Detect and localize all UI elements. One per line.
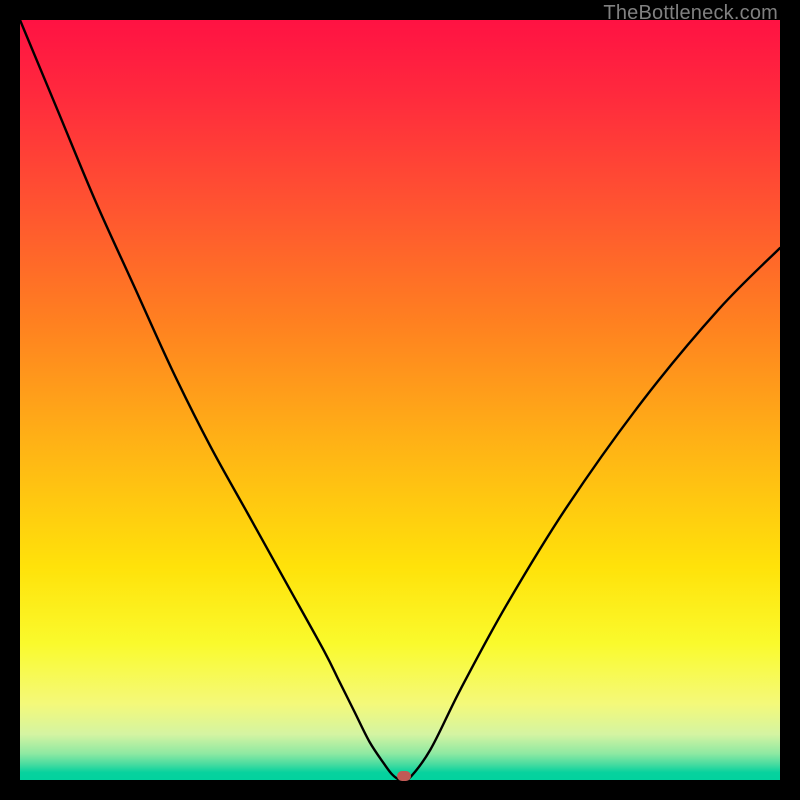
watermark-text: TheBottleneck.com — [603, 2, 778, 25]
optimal-marker — [397, 771, 411, 781]
chart-frame: TheBottleneck.com — [0, 0, 800, 800]
bottleneck-curve — [20, 20, 780, 780]
plot-area — [20, 20, 780, 780]
